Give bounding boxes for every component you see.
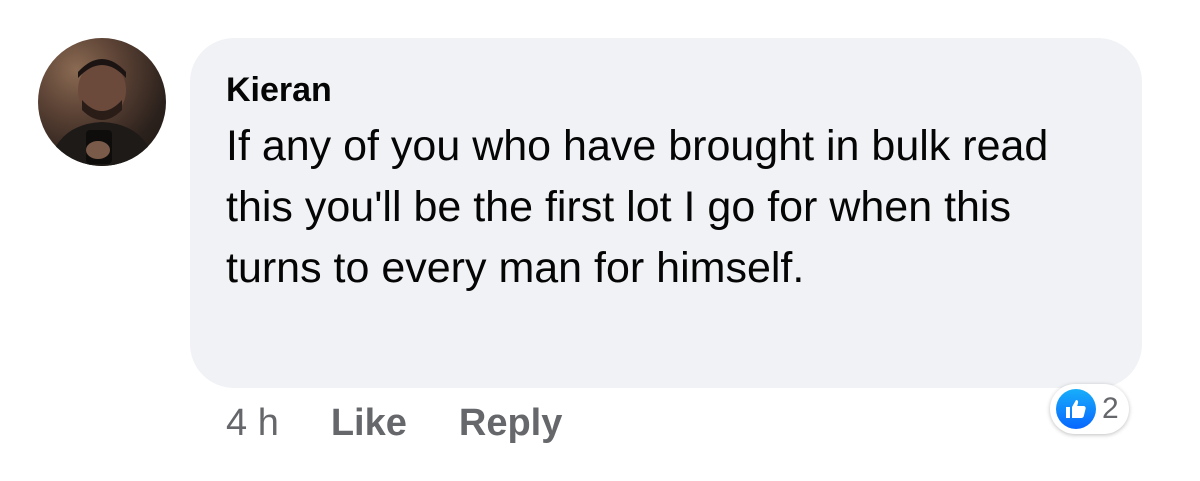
avatar-image (48, 59, 156, 166)
comment-timestamp[interactable]: 4 h (226, 402, 279, 445)
like-icon (1056, 389, 1096, 429)
reaction-count: 2 (1102, 392, 1119, 425)
comment-text: If any of you who have brought in bulk r… (226, 122, 1049, 292)
avatar[interactable] (38, 38, 166, 166)
like-button[interactable]: Like (331, 402, 407, 445)
comment-bubble: Kieran If any of you who have brought in… (190, 38, 1142, 388)
reply-button[interactable]: Reply (459, 402, 562, 445)
comment-actions: 4 h Like Reply (226, 398, 614, 448)
comment-author[interactable]: Kieran (226, 68, 1106, 112)
reactions-summary[interactable]: 2 (1050, 384, 1129, 434)
